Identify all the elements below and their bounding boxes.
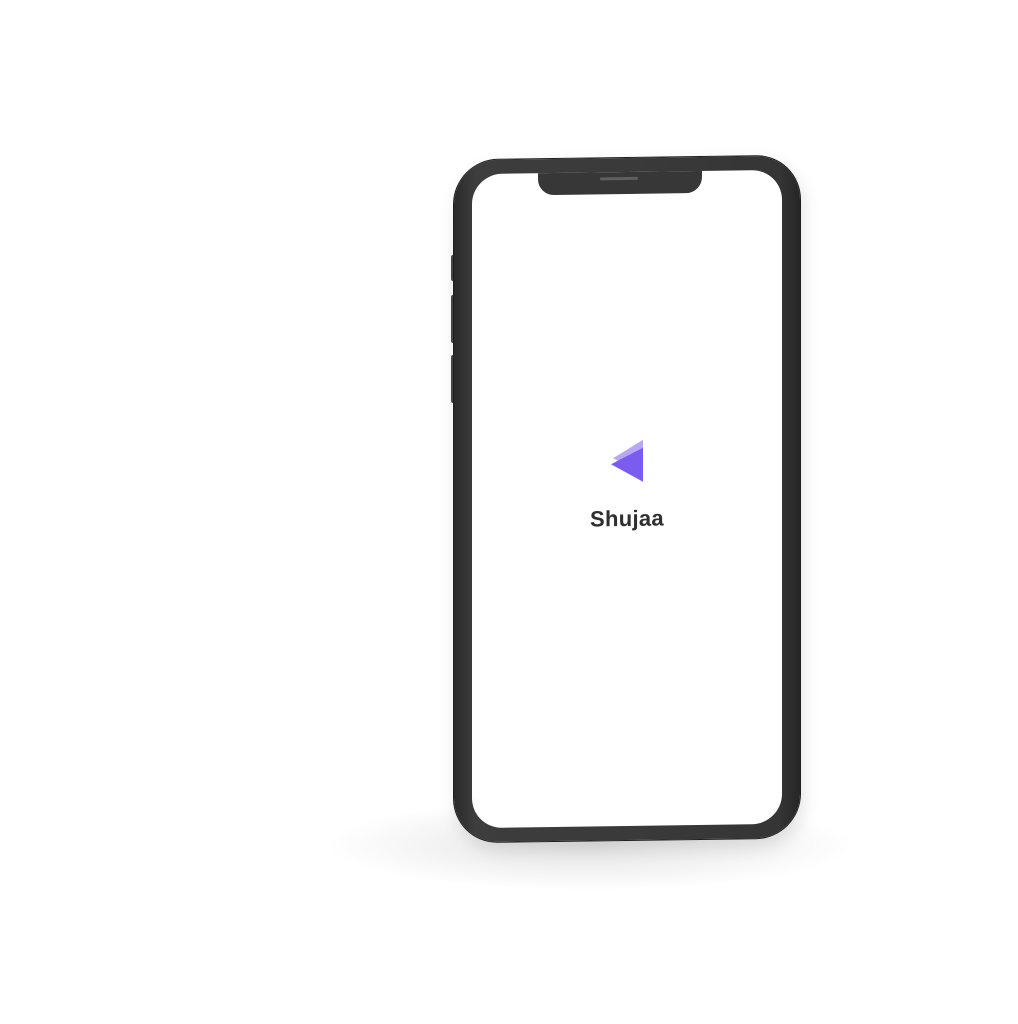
app-name: Shujaa — [590, 505, 664, 532]
splash-screen: Shujaa — [472, 438, 782, 534]
speaker-grille — [600, 176, 638, 181]
phone-frame: Shujaa — [454, 155, 800, 843]
phone-notch — [538, 169, 702, 196]
play-triangle-logo-icon — [611, 439, 643, 482]
mockup-scene: Shujaa — [0, 0, 1018, 1024]
phone-screen: Shujaa — [472, 169, 782, 829]
